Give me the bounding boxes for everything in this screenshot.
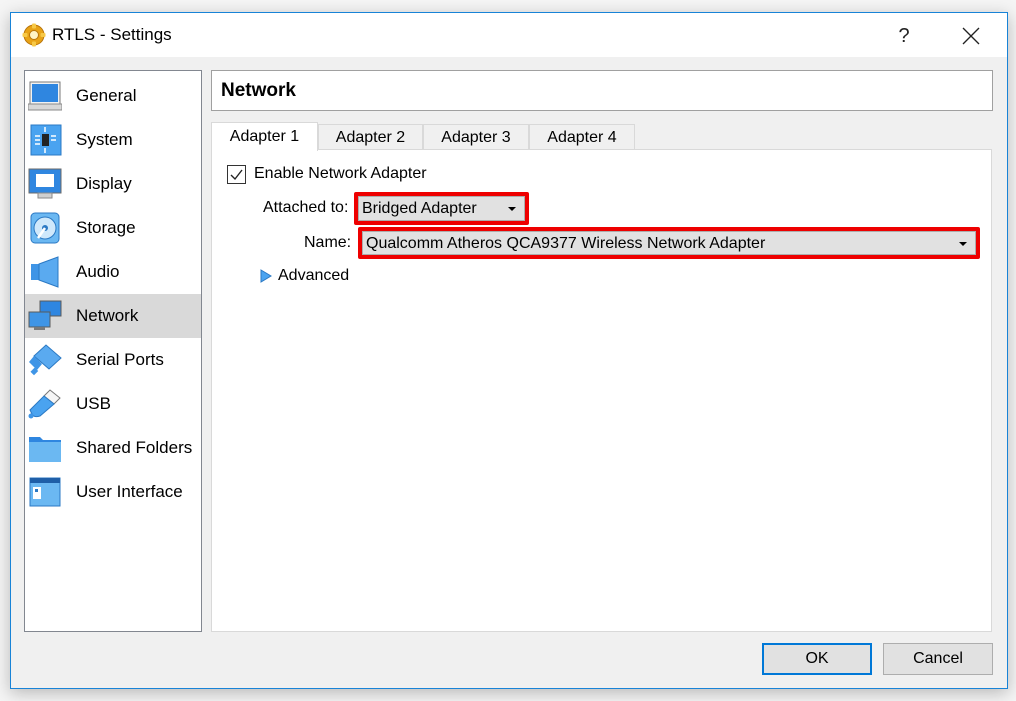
page-header: Network <box>211 70 993 111</box>
sidebar-item-label: Network <box>76 306 139 325</box>
cancel-button[interactable]: Cancel <box>883 643 993 675</box>
chip-icon <box>30 124 62 156</box>
attached-to-label: Attached to: <box>263 199 349 216</box>
tab-adapter-1[interactable]: Adapter 1 <box>211 122 318 151</box>
settings-category-list: General System Display Storage Audio Net… <box>24 70 202 632</box>
name-label: Name: <box>304 234 352 251</box>
window-icon <box>29 477 61 507</box>
attached-to-dropdown[interactable]: Bridged Adapter <box>358 196 525 221</box>
enable-adapter-checkbox[interactable] <box>227 165 246 184</box>
sidebar-item-usb[interactable]: USB <box>25 382 201 426</box>
usb-icon <box>28 389 61 419</box>
sidebar-item-shared-folders[interactable]: Shared Folders <box>25 426 201 470</box>
tab-adapter-4[interactable]: Adapter 4 <box>529 124 635 150</box>
sidebar-item-label: Audio <box>76 262 120 281</box>
window-title: RTLS - Settings <box>52 25 172 44</box>
close-button[interactable] <box>951 21 991 51</box>
sidebar-item-network[interactable]: Network <box>25 294 201 338</box>
sidebar-item-label: General <box>76 86 137 105</box>
expand-arrow-icon <box>260 269 272 283</box>
sidebar-item-display[interactable]: Display <box>25 162 201 206</box>
network-icon <box>28 300 62 330</box>
help-button[interactable]: ? <box>887 21 921 51</box>
sidebar-item-label: Shared Folders <box>76 438 193 457</box>
attached-to-value: Bridged Adapter <box>362 200 477 217</box>
page-title: Network <box>221 80 296 101</box>
advanced-label: Advanced <box>278 267 350 284</box>
ok-button[interactable]: OK <box>762 643 872 675</box>
disk-icon <box>30 212 60 244</box>
sidebar-item-label: User Interface <box>76 482 183 501</box>
chevron-down-icon <box>959 242 967 246</box>
sidebar-item-general[interactable]: General <box>25 74 201 118</box>
display-icon <box>28 168 62 199</box>
serial-port-icon <box>29 344 62 376</box>
monitor-icon <box>28 81 62 111</box>
sidebar-item-storage[interactable]: Storage <box>25 206 201 250</box>
adapter-name-value: Qualcomm Atheros QCA9377 Wireless Networ… <box>366 235 766 252</box>
name-highlight: Qualcomm Atheros QCA9377 Wireless Networ… <box>358 227 980 259</box>
title-bar: RTLS - Settings ? <box>11 13 1007 57</box>
sidebar-item-user-interface[interactable]: User Interface <box>25 470 201 514</box>
speaker-icon <box>31 256 59 288</box>
tab-adapter-3[interactable]: Adapter 3 <box>423 124 529 150</box>
adapter-name-dropdown[interactable]: Qualcomm Atheros QCA9377 Wireless Networ… <box>362 231 976 255</box>
sidebar-item-system[interactable]: System <box>25 118 201 162</box>
sidebar-item-audio[interactable]: Audio <box>25 250 201 294</box>
checkmark-icon <box>230 169 243 181</box>
settings-dialog: RTLS - Settings ? General System Display… <box>10 12 1008 689</box>
folder-icon <box>29 437 61 462</box>
tab-adapter-2[interactable]: Adapter 2 <box>318 124 423 150</box>
sidebar-item-label: System <box>76 130 133 149</box>
enable-adapter-label[interactable]: Enable Network Adapter <box>254 165 427 183</box>
sidebar-item-label: Display <box>76 174 132 193</box>
sidebar-item-label: USB <box>76 394 111 413</box>
chevron-down-icon <box>508 207 516 211</box>
sidebar-item-serial-ports[interactable]: Serial Ports <box>25 338 201 382</box>
sidebar-item-label: Serial Ports <box>76 350 164 369</box>
close-icon <box>962 27 980 45</box>
adapter-1-panel: Enable Network Adapter Attached to: Brid… <box>211 149 992 632</box>
gear-icon <box>22 23 46 47</box>
attached-to-highlight: Bridged Adapter <box>354 192 529 225</box>
sidebar-item-label: Storage <box>76 218 136 237</box>
